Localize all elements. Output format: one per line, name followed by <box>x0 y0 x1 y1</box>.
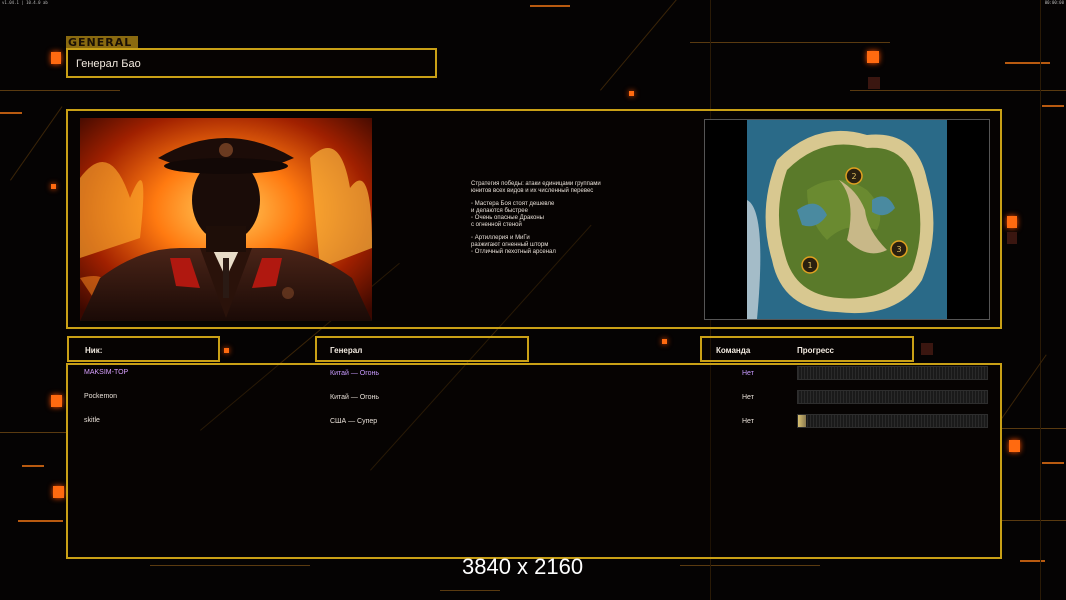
map-image: 1 2 3 <box>747 120 947 319</box>
player-progress-bar <box>797 366 988 380</box>
desc-line: с огненной стеной <box>471 222 522 228</box>
desc-line: ◦ Отличный пехотный арсенал <box>471 249 556 255</box>
desc-line: Стратегия победы: атаки единицами группа… <box>471 181 601 187</box>
player-team: Нет <box>742 370 754 377</box>
player-general: США — Супер <box>330 418 378 425</box>
clock-text: 00:00:00 <box>1044 0 1064 5</box>
player-team: Нет <box>742 418 754 425</box>
team-progress-header: Команда Прогресс <box>700 336 914 362</box>
team-header-label: Команда <box>716 346 751 355</box>
desc-line: ◦ Очень опасные Драконы <box>471 215 544 221</box>
map-preview: 1 2 3 <box>704 119 990 320</box>
progress-header-label: Прогресс <box>797 346 834 355</box>
general-header: Генерал <box>315 336 529 362</box>
start-position-marker: 1 <box>801 256 819 274</box>
resolution-label: 3840 x 2160 <box>462 554 584 579</box>
desc-line: ◦ Мастера Боя стоят дешевле <box>471 201 555 207</box>
start-position-marker: 2 <box>845 167 863 185</box>
marker-label-3: 3 <box>896 245 901 254</box>
player-general: Китай — Огонь <box>330 370 380 377</box>
nick-header-label: Ник: <box>85 346 103 355</box>
player-nick: skitle <box>84 417 100 424</box>
player-nick: MAKSIM-TOP <box>84 369 129 376</box>
player-progress-bar <box>797 390 988 404</box>
desc-line: ◦ Артиллерия и МиГи <box>471 235 530 241</box>
version-text: v1.04.1 | 10.4.0 ab <box>2 0 48 5</box>
general-name-box: Генерал Бао <box>66 48 437 78</box>
general-header-label: Генерал <box>330 346 363 355</box>
player-team: Нет <box>742 394 754 401</box>
nick-header: Ник: <box>67 336 220 362</box>
general-portrait <box>80 118 372 321</box>
player-nick: Pockemon <box>84 393 118 400</box>
desc-line: и делаются быстрее <box>471 208 528 214</box>
marker-label-1: 1 <box>807 261 812 270</box>
start-position-marker: 3 <box>890 240 908 258</box>
desc-line: юнитов всех видов и их численный перевес <box>471 188 594 194</box>
player-progress-bar <box>797 414 988 428</box>
desc-line: разжигают огненный шторм <box>471 242 549 248</box>
general-name: Генерал Бао <box>76 58 141 70</box>
progress-fill <box>798 415 806 427</box>
marker-label-2: 2 <box>851 172 856 181</box>
general-description: Стратегия победы: атаки единицами группа… <box>471 181 631 262</box>
player-general: Китай — Огонь <box>330 394 380 401</box>
